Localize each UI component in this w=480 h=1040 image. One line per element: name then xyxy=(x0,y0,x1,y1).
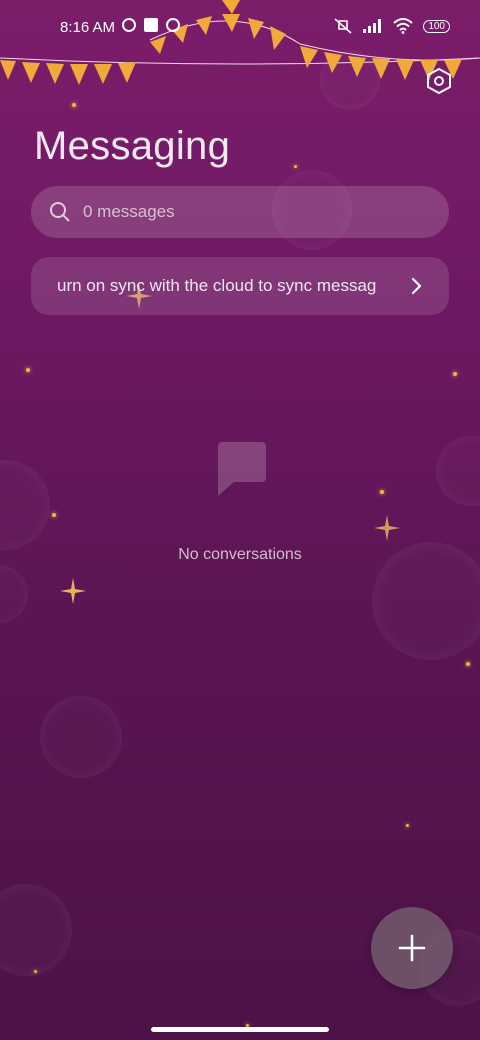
settings-hexagon-icon[interactable] xyxy=(426,68,452,94)
sparkle-dot xyxy=(26,368,30,372)
sparkle-dot xyxy=(453,372,457,376)
bubble-decoration xyxy=(0,884,72,976)
plus-icon xyxy=(398,934,426,962)
search-icon xyxy=(50,202,70,222)
sync-banner-text: urn on sync with the cloud to sync messa… xyxy=(57,276,377,295)
empty-state-text: No conversations xyxy=(178,546,302,563)
sparkle-dot xyxy=(72,103,76,107)
sparkle-star xyxy=(60,578,86,604)
page-title: Messaging xyxy=(34,124,231,168)
sparkle-dot xyxy=(466,662,470,666)
status-system-icons: 100 xyxy=(333,17,450,35)
sparkle-dot xyxy=(34,970,37,973)
empty-state: No conversations xyxy=(0,440,480,564)
silent-mode-icon xyxy=(334,18,352,34)
bubble-decoration xyxy=(40,696,122,778)
status-notification-icons xyxy=(122,18,180,32)
wifi-icon xyxy=(393,18,413,34)
chevron-right-icon xyxy=(411,277,422,295)
new-conversation-button[interactable] xyxy=(371,907,453,989)
battery-indicator: 100 xyxy=(423,19,450,33)
home-indicator[interactable] xyxy=(151,1027,329,1032)
sparkle-dot xyxy=(294,165,297,168)
search-input[interactable] xyxy=(81,201,415,223)
signal-icon xyxy=(363,19,382,33)
sparkle-dot xyxy=(406,824,409,827)
notification-app-icon xyxy=(166,18,180,32)
status-bar: 8:16 AM 100 xyxy=(0,0,480,56)
chat-bubble-icon xyxy=(218,442,266,496)
notification-app-icon xyxy=(122,18,136,32)
status-time: 8:16 AM xyxy=(60,19,116,36)
sync-banner[interactable]: urn on sync with the cloud to sync messa… xyxy=(31,257,449,315)
bubble-decoration xyxy=(0,565,28,623)
notification-square-icon xyxy=(144,18,158,32)
search-bar[interactable] xyxy=(31,186,449,238)
